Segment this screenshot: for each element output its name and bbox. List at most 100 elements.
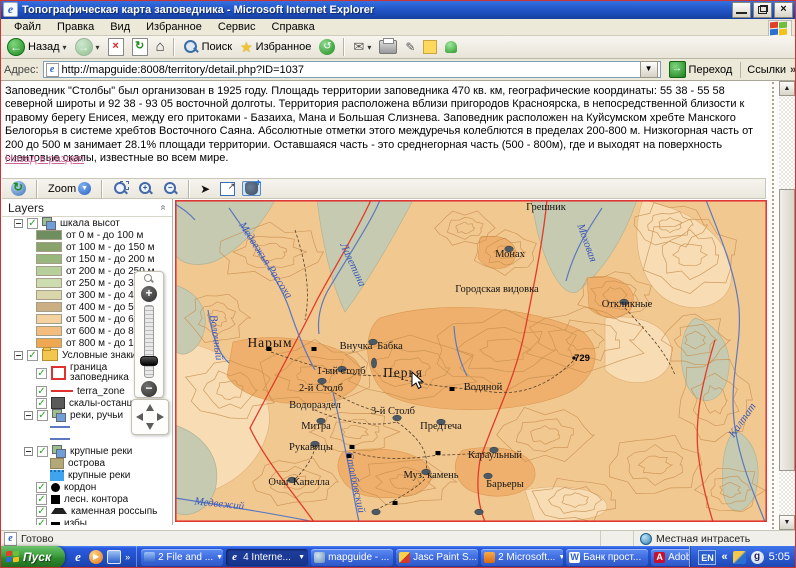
layer-checkbox[interactable]: ✓ bbox=[37, 410, 48, 421]
restore-button[interactable] bbox=[753, 2, 772, 18]
menu-item[interactable]: Правка bbox=[49, 20, 102, 34]
links-chevron-icon: » bbox=[790, 64, 796, 76]
collapse-panel-icon[interactable]: « bbox=[158, 205, 169, 211]
taskbar-button[interactable]: 2 File and ...▼ bbox=[141, 549, 223, 566]
go-button[interactable]: → Переход bbox=[665, 60, 737, 79]
zoom-in-button[interactable]: + bbox=[135, 180, 156, 197]
scroll-thumb[interactable] bbox=[779, 189, 795, 471]
scroll-up-button[interactable]: ▲ bbox=[779, 81, 795, 96]
expander-icon[interactable] bbox=[14, 351, 23, 360]
start-button[interactable]: Пуск bbox=[0, 546, 65, 568]
taskbar-button[interactable]: 2 Microsoft...▼ bbox=[481, 549, 563, 566]
vertical-scrollbar[interactable]: ▲ ▼ bbox=[779, 81, 795, 530]
slider-track[interactable] bbox=[144, 305, 154, 378]
topographic-map[interactable]: ГрешникМонахГородская видовкаОткликныеНа… bbox=[175, 200, 767, 522]
quick-launch-ie-icon[interactable]: e bbox=[71, 550, 85, 564]
back-dropdown-icon[interactable]: ▾ bbox=[63, 43, 67, 52]
back-button[interactable]: ← Назад ▾ bbox=[4, 37, 70, 57]
menu-item[interactable]: Справка bbox=[264, 20, 323, 34]
layer-checkbox[interactable]: ✓ bbox=[36, 398, 47, 409]
favorites-button[interactable]: ★ Избранное bbox=[237, 38, 314, 57]
taskbar-button[interactable]: Банк прост... bbox=[566, 549, 648, 566]
address-bar: Адрес: e ▼ → Переход Ссылки » bbox=[0, 59, 796, 81]
mail-icon: ✉ bbox=[353, 39, 364, 55]
expander-icon[interactable] bbox=[24, 447, 33, 456]
notes-icon bbox=[423, 40, 437, 54]
tray-icon-2[interactable]: g bbox=[751, 551, 764, 564]
building-symbol bbox=[312, 347, 317, 351]
layer-checkbox[interactable]: ✓ bbox=[36, 482, 47, 493]
expander-icon[interactable] bbox=[14, 219, 23, 228]
taskbar-button-label: Jasc Paint S... bbox=[413, 552, 477, 563]
layer-checkbox[interactable]: ✓ bbox=[36, 494, 47, 505]
border-swatch-icon bbox=[51, 366, 66, 380]
scroll-down-button[interactable]: ▼ bbox=[779, 515, 795, 530]
menu-item[interactable]: Избранное bbox=[138, 20, 210, 34]
office-icon bbox=[484, 552, 495, 563]
menu-item[interactable]: Вид bbox=[102, 20, 138, 34]
back-to-section-link[interactable]: Назад в раздел bbox=[5, 153, 84, 165]
address-input[interactable] bbox=[62, 63, 637, 77]
darksq-swatch-icon bbox=[51, 397, 65, 409]
zoom-out-button[interactable]: − bbox=[160, 180, 181, 197]
history-button[interactable]: ↺ bbox=[316, 38, 338, 56]
refresh-button[interactable]: ↻ bbox=[129, 37, 151, 57]
edit-button[interactable]: ✎ bbox=[402, 39, 418, 55]
stop-button[interactable]: × bbox=[105, 37, 127, 57]
pan-right-arrow[interactable] bbox=[157, 413, 164, 421]
layer-checkbox[interactable]: ✓ bbox=[36, 506, 47, 517]
address-dropdown-icon[interactable]: ▼ bbox=[640, 61, 658, 78]
select-area-button[interactable] bbox=[217, 181, 238, 197]
system-tray: EN « g 5:05 bbox=[689, 546, 796, 568]
map-refresh-button[interactable] bbox=[8, 180, 29, 197]
pan-down-arrow[interactable] bbox=[146, 423, 154, 430]
slider-zoom-in-button[interactable]: + bbox=[141, 286, 157, 302]
layer-checkbox[interactable]: ✓ bbox=[37, 446, 48, 457]
panel-resize-gutter[interactable] bbox=[768, 82, 778, 529]
zoom-dropdown-button[interactable]: Zoom ▼ bbox=[45, 181, 94, 196]
menu-item[interactable]: Сервис bbox=[210, 20, 264, 34]
select-button[interactable]: ➤ bbox=[197, 181, 213, 197]
height-color-swatch bbox=[36, 266, 62, 276]
forward-button[interactable]: → ▾ bbox=[72, 37, 103, 57]
print-button[interactable] bbox=[376, 39, 400, 55]
quick-launch-chevron-icon[interactable]: » bbox=[125, 552, 130, 562]
quick-launch-media-icon[interactable]: ▶ bbox=[89, 550, 103, 564]
expander-icon[interactable] bbox=[24, 411, 33, 420]
layer-checkbox[interactable]: ✓ bbox=[36, 386, 47, 397]
forward-dropdown-icon[interactable]: ▾ bbox=[96, 43, 100, 52]
taskbar-button[interactable]: Jasc Paint S... bbox=[396, 549, 478, 566]
layer-checkbox[interactable]: ✓ bbox=[27, 350, 38, 361]
slider-thumb[interactable] bbox=[140, 356, 158, 366]
taskbar-button[interactable]: mapguide - ... bbox=[311, 549, 393, 566]
home-button[interactable]: ⌂ bbox=[153, 38, 168, 56]
zoom-window-button[interactable] bbox=[110, 180, 131, 197]
pan-left-arrow[interactable] bbox=[136, 413, 143, 421]
taskbar-clock[interactable]: 5:05 bbox=[769, 551, 790, 563]
taskbar-button[interactable]: e4 Interne...▼ bbox=[226, 549, 308, 566]
quick-launch-desktop-icon[interactable] bbox=[107, 550, 121, 564]
layer-checkbox[interactable]: ✓ bbox=[36, 518, 47, 526]
start-flag-icon bbox=[6, 551, 20, 563]
notes-button[interactable] bbox=[420, 39, 440, 55]
pan-up-arrow[interactable] bbox=[146, 404, 154, 411]
layer-checkbox[interactable]: ✓ bbox=[27, 218, 38, 229]
map-viewport[interactable]: ГрешникМонахГородская видовкаОткликныеНа… bbox=[175, 200, 767, 522]
tray-icon-1[interactable] bbox=[733, 551, 746, 564]
language-indicator[interactable]: EN bbox=[698, 550, 716, 565]
slider-zoom-out-button[interactable]: − bbox=[141, 381, 157, 397]
close-button[interactable]: × bbox=[774, 2, 793, 18]
menu-item[interactable]: Файл bbox=[6, 20, 49, 34]
layer-checkbox[interactable]: ✓ bbox=[36, 368, 47, 379]
taskbar-button[interactable]: Adobe Read... bbox=[651, 549, 689, 566]
place-label: 3-й Столб bbox=[371, 406, 415, 417]
minimize-button[interactable] bbox=[732, 2, 751, 18]
messenger-button[interactable] bbox=[442, 40, 460, 54]
pan-zoom-button[interactable] bbox=[242, 181, 261, 196]
mail-dropdown-icon[interactable]: ▾ bbox=[367, 43, 371, 52]
links-button[interactable]: Ссылки » bbox=[740, 62, 796, 78]
tray-chevron-icon[interactable]: « bbox=[721, 551, 727, 563]
mail-button[interactable]: ✉▾ bbox=[350, 38, 374, 56]
back-icon: ← bbox=[7, 38, 25, 56]
search-button[interactable]: Поиск bbox=[180, 38, 235, 56]
